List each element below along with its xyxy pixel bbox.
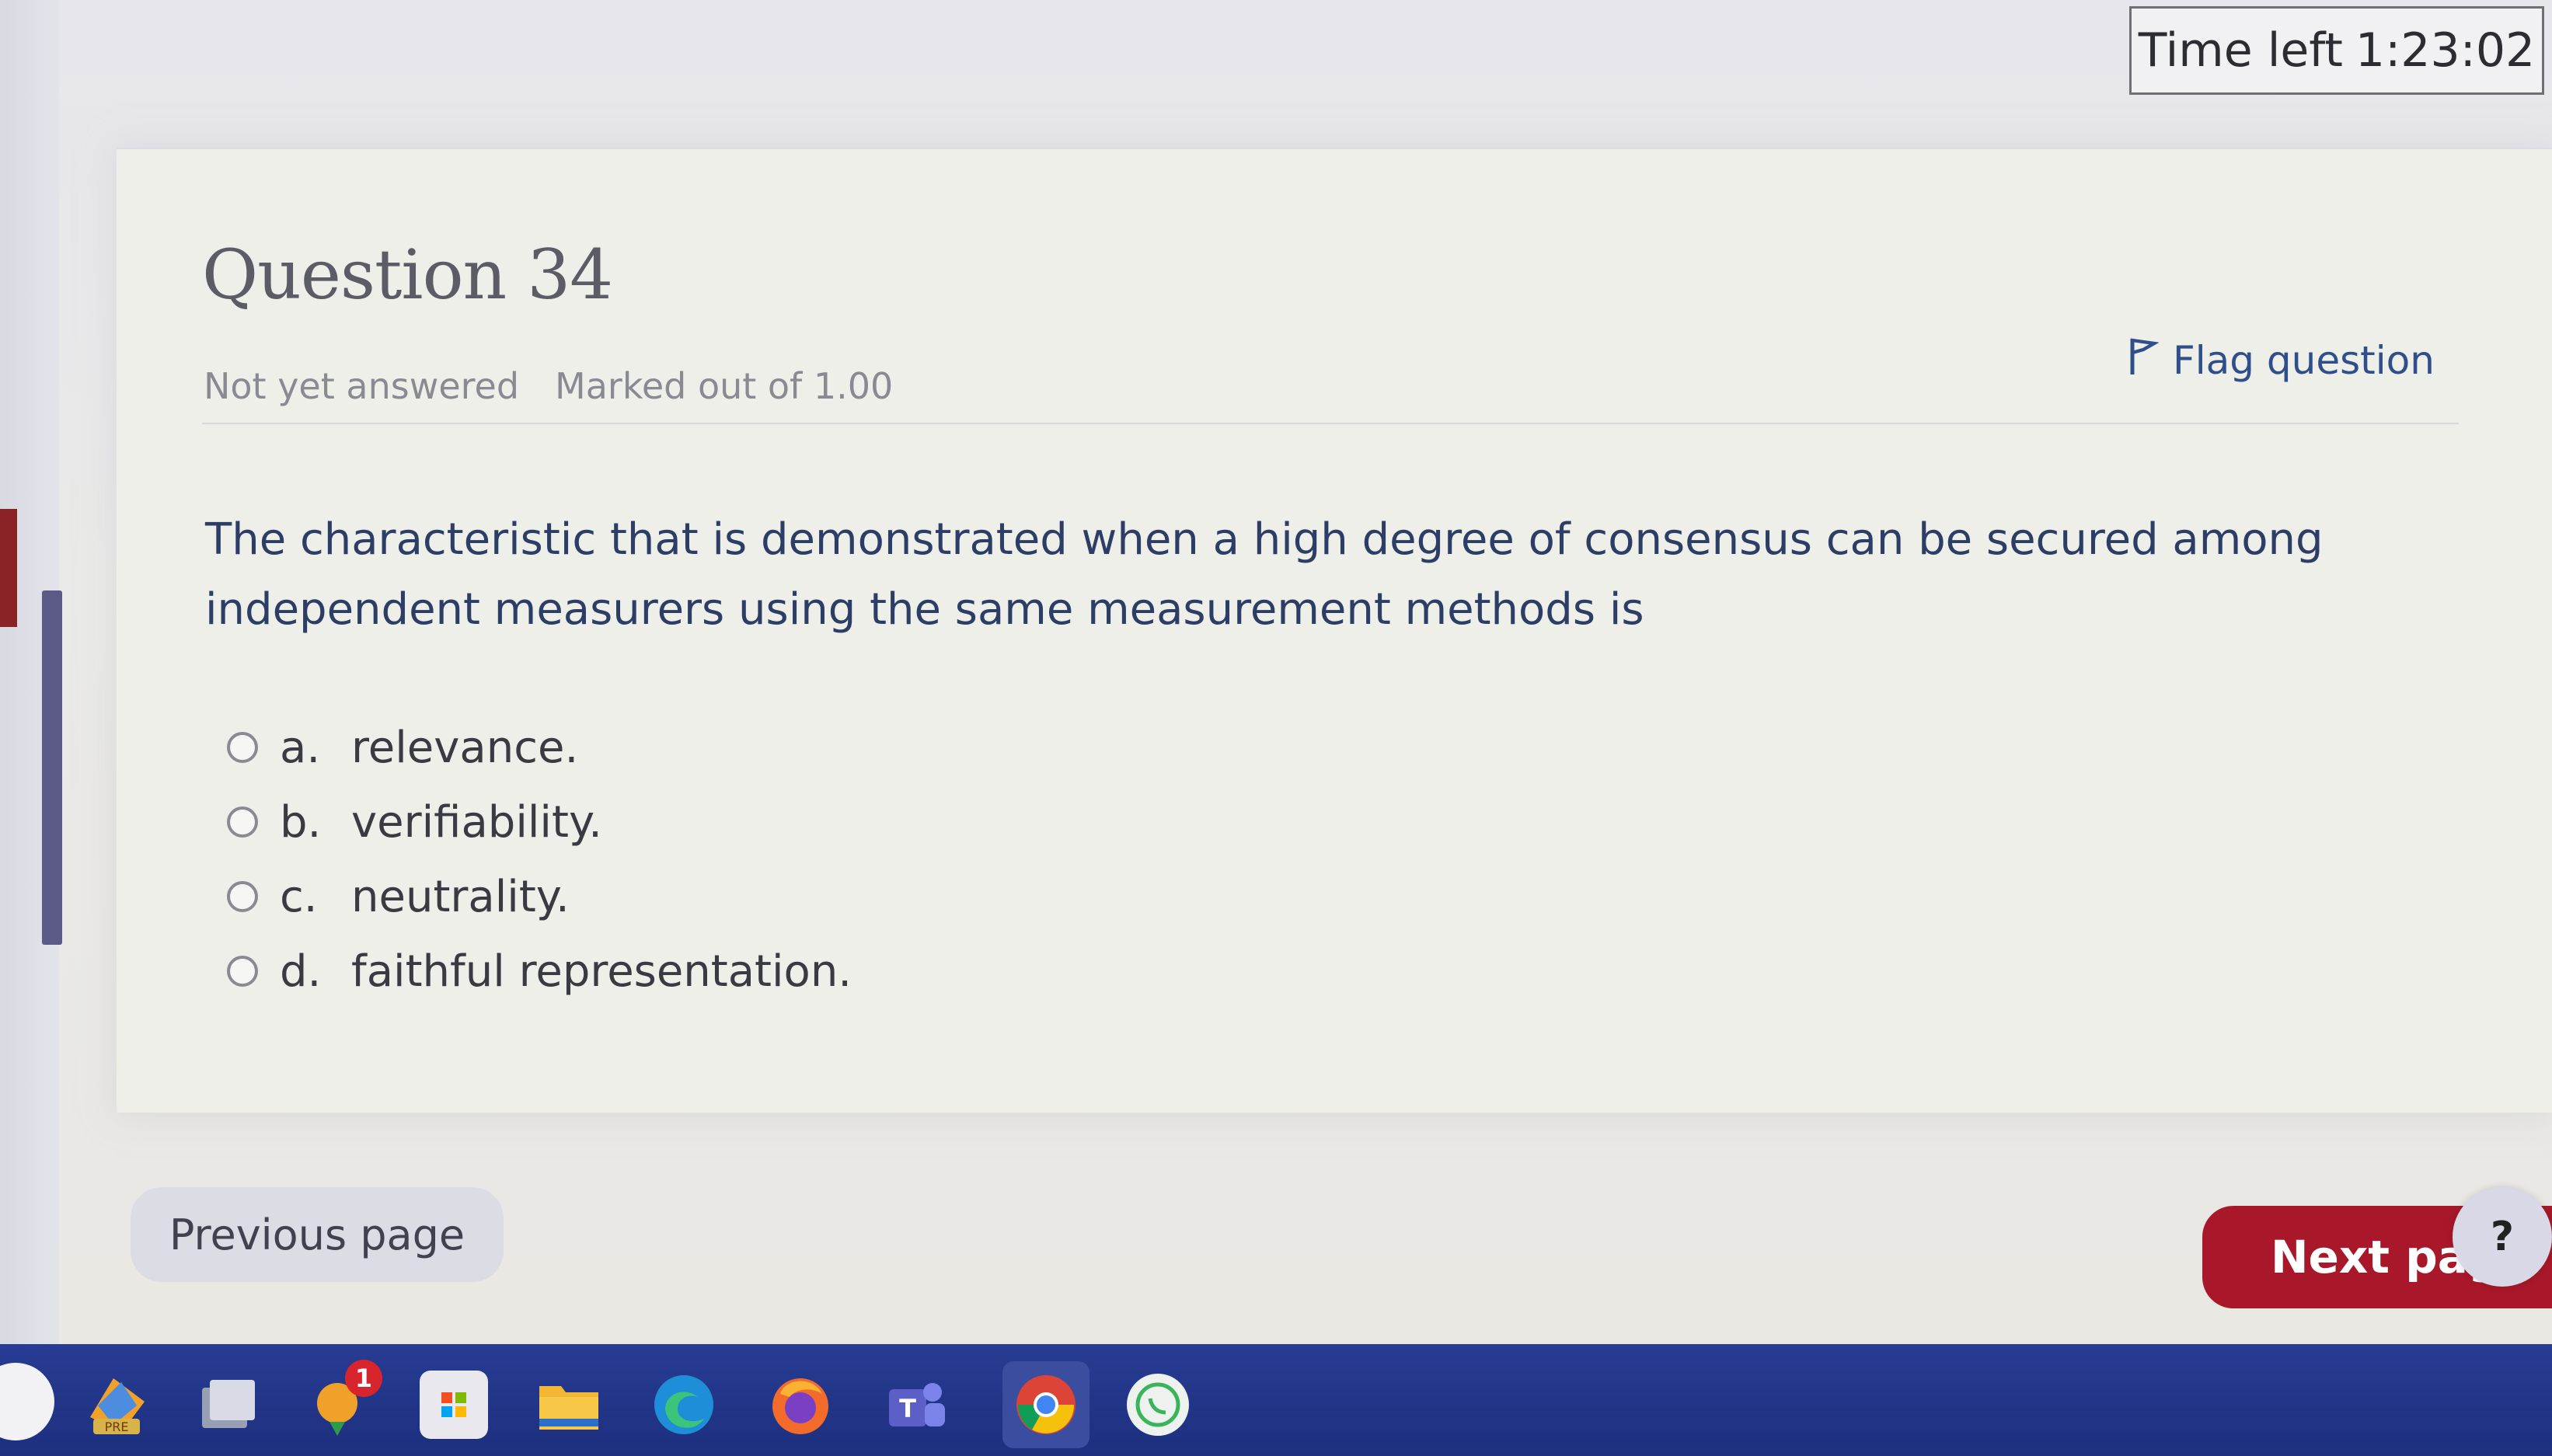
- firefox-icon[interactable]: [766, 1371, 835, 1439]
- previous-page-button[interactable]: Previous page: [131, 1187, 504, 1282]
- screen: Time left 1:23:02 Question 34 Not yet an…: [0, 0, 2552, 1456]
- flag-question-link[interactable]: Flag question: [2128, 336, 2435, 385]
- left-edge-marker: [0, 509, 17, 627]
- answer-option-a[interactable]: a. relevance.: [227, 710, 852, 785]
- help-button[interactable]: ?: [2453, 1187, 2552, 1287]
- timer-value: 1:23:02: [2355, 23, 2536, 78]
- question-meta: Not yet answered Marked out of 1.00: [204, 365, 893, 407]
- edge-icon[interactable]: [650, 1371, 718, 1439]
- flag-question-label: Flag question: [2173, 338, 2435, 383]
- question-card: Question 34 Not yet answered Marked out …: [117, 148, 2552, 1113]
- divider: [202, 423, 2459, 424]
- answer-letter: b.: [280, 796, 322, 848]
- answer-text: faithful representation.: [351, 946, 852, 997]
- folder-icon[interactable]: [535, 1371, 603, 1439]
- answer-option-d[interactable]: d. faithful representation.: [227, 934, 852, 1008]
- notification-badge: 1: [345, 1360, 382, 1397]
- question-text: The characteristic that is demonstrated …: [205, 514, 2324, 635]
- radio-button[interactable]: [227, 806, 258, 838]
- flag-icon: [2128, 336, 2160, 385]
- radio-button[interactable]: [227, 881, 258, 912]
- timer-label: Time left: [2138, 23, 2343, 78]
- answer-text: verifiability.: [351, 796, 602, 848]
- answer-text: relevance.: [351, 722, 579, 773]
- question-marks: Marked out of 1.00: [555, 365, 894, 407]
- question-title: Question 34: [202, 235, 613, 315]
- chrome-icon[interactable]: [1002, 1361, 1089, 1448]
- scrollbar-indicator[interactable]: [42, 590, 62, 945]
- teams-icon[interactable]: T: [881, 1371, 950, 1439]
- taskbar: PRE 1 T: [0, 1344, 2552, 1456]
- whatsapp-icon[interactable]: [1124, 1371, 1192, 1439]
- answer-letter: c.: [280, 871, 318, 922]
- answer-letter: a.: [280, 722, 321, 773]
- answer-letter: d.: [280, 946, 322, 997]
- start-button[interactable]: [0, 1363, 54, 1440]
- radio-button[interactable]: [227, 732, 258, 763]
- files-icon[interactable]: [194, 1371, 263, 1439]
- svg-text:T: T: [899, 1394, 916, 1423]
- answer-option-b[interactable]: b. verifiability.: [227, 785, 852, 859]
- answer-option-c[interactable]: c. neutrality.: [227, 859, 852, 934]
- question-status: Not yet answered: [204, 365, 520, 407]
- timer-box: Time left 1:23:02: [2129, 6, 2544, 95]
- answer-text: neutrality.: [351, 871, 570, 922]
- store-icon[interactable]: [420, 1371, 488, 1439]
- pre-label: PRE: [105, 1419, 129, 1434]
- radio-button[interactable]: [227, 956, 258, 987]
- app-launcher-icon[interactable]: PRE: [82, 1371, 151, 1439]
- notifications-icon[interactable]: 1: [306, 1360, 382, 1439]
- answer-options: a. relevance. b. verifiability. c. neutr…: [227, 710, 852, 1008]
